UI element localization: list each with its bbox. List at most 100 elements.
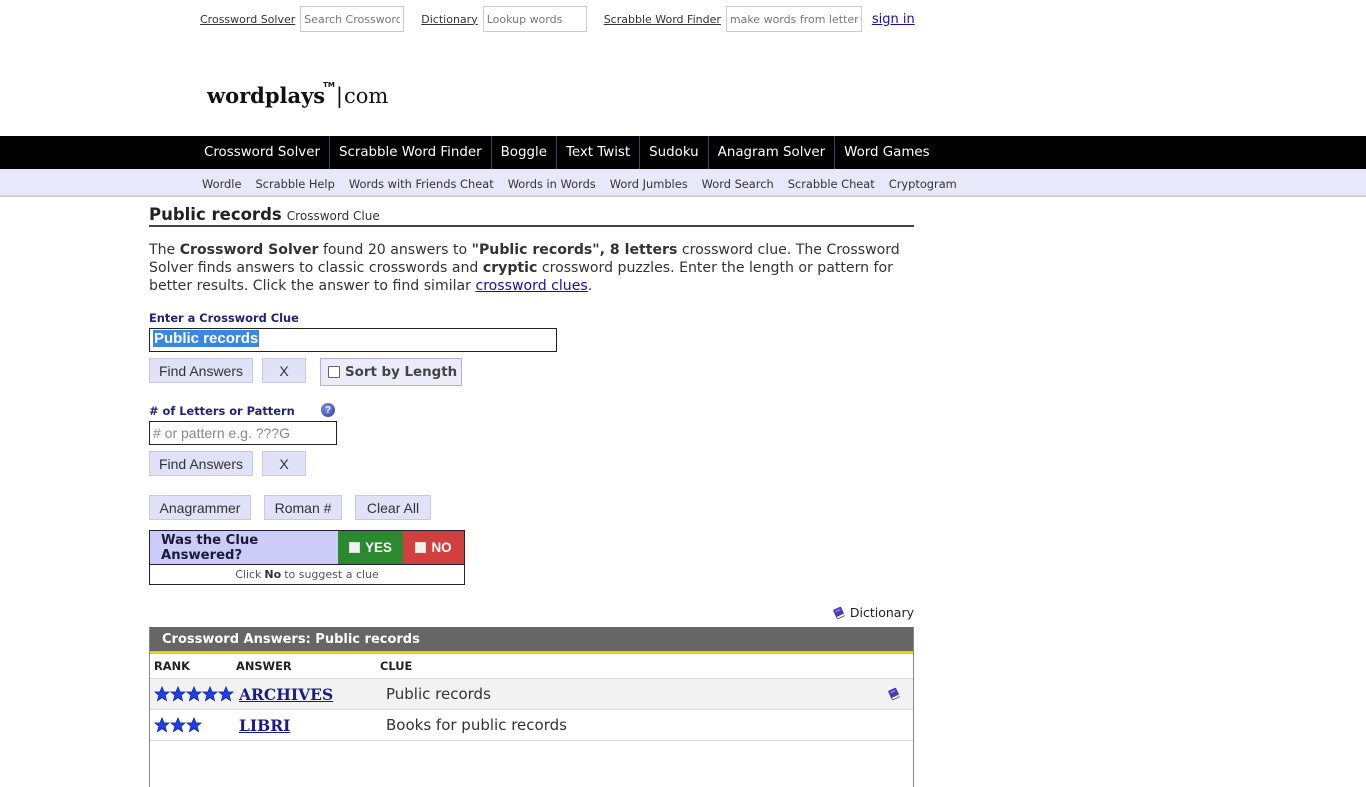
clear-all-button[interactable]: Clear All — [355, 495, 431, 520]
intro-bold: Crossword Solver — [179, 242, 319, 258]
sort-by-length-toggle[interactable]: Sort by Length — [320, 358, 462, 386]
suggest-clue-hint: Click No to suggest a clue — [149, 564, 465, 585]
subnav-link[interactable]: Scrabble Help — [255, 177, 334, 191]
star-icon — [170, 717, 186, 733]
nav-link[interactable]: Boggle — [501, 145, 547, 160]
star-icon — [186, 686, 202, 702]
page-title: Public records — [149, 205, 282, 224]
column-rank: RANK — [154, 659, 190, 673]
intro-text: . — [587, 278, 593, 294]
nav-link[interactable]: Crossword Solver — [204, 145, 320, 160]
subnav-link[interactable]: Word Search — [702, 177, 774, 191]
scrabble-letters-input[interactable] — [725, 6, 862, 32]
nav-item-text-twist[interactable]: Text Twist — [555, 136, 639, 169]
answer-link[interactable]: ARCHIVES — [239, 685, 333, 704]
clue-text: Books for public records — [386, 716, 567, 734]
subnav-item-words-in-words[interactable]: Words in Words — [501, 173, 603, 192]
no-checkbox[interactable] — [415, 542, 427, 553]
clue-answered-question: Was the Clue Answered? — [150, 531, 338, 564]
clue-label: Enter a Crossword Clue — [149, 311, 299, 325]
dictionary-lookup-input[interactable] — [482, 6, 587, 32]
sub-nav: Wordle Scrabble Help Words with Friends … — [0, 169, 1366, 197]
find-answers-pattern-button[interactable]: Find Answers — [149, 451, 253, 476]
clear-clue-button[interactable]: X — [262, 358, 306, 383]
book-icon[interactable] — [887, 687, 901, 701]
yes-label: YES — [365, 540, 392, 555]
main-nav: Crossword Solver Scrabble Word Finder Bo… — [0, 136, 1366, 169]
no-label: NO — [431, 540, 452, 555]
sign-in-link[interactable]: sign in — [872, 12, 915, 27]
intro-text: found 20 answers to — [318, 242, 472, 258]
book-icon — [833, 606, 845, 619]
roman-numeral-button[interactable]: Roman # — [264, 495, 342, 520]
crossword-clues-link[interactable]: crossword clues — [475, 278, 587, 294]
nav-link[interactable]: Anagram Solver — [718, 145, 825, 160]
scrabble-word-finder-link[interactable]: Scrabble Word Finder — [604, 13, 721, 26]
top-links-bar: Crossword Solver Dictionary Scrabble Wor… — [200, 6, 915, 32]
nav-item-word-games[interactable]: Word Games — [834, 136, 939, 169]
subnav-link[interactable]: Words in Words — [508, 177, 596, 191]
column-answer: ANSWER — [236, 659, 292, 673]
clear-pattern-button[interactable]: X — [262, 451, 306, 476]
logo-suffix: com — [343, 84, 389, 108]
nav-item-boggle[interactable]: Boggle — [490, 136, 556, 169]
subnav-link[interactable]: Words with Friends Cheat — [349, 177, 494, 191]
subnav-item-word-jumbles[interactable]: Word Jumbles — [603, 173, 695, 192]
intro-text: The — [149, 242, 180, 258]
page-title-suffix: Crossword Clue — [286, 209, 380, 223]
nav-link[interactable]: Text Twist — [566, 145, 630, 160]
subnav-item-wordle[interactable]: Wordle — [195, 173, 248, 192]
nav-item-sudoku[interactable]: Sudoku — [639, 136, 708, 169]
dictionary-link[interactable]: Dictionary — [421, 13, 477, 26]
hint-bold: No — [264, 567, 282, 581]
nav-item-anagram-solver[interactable]: Anagram Solver — [707, 136, 834, 169]
subnav-link[interactable]: Word Jumbles — [610, 177, 688, 191]
dictionary-toggle-link[interactable]: Dictionary — [832, 605, 914, 620]
intro-bold: cryptic — [482, 260, 538, 276]
nav-link[interactable]: Scrabble Word Finder — [339, 145, 482, 160]
subnav-link[interactable]: Cryptogram — [889, 177, 957, 191]
sort-by-length-checkbox[interactable] — [328, 366, 340, 378]
nav-link[interactable]: Word Games — [844, 145, 930, 160]
crossword-solver-link[interactable]: Crossword Solver — [200, 13, 295, 26]
logo-trademark: TM — [323, 81, 335, 89]
subnav-item-words-with-friends-cheat[interactable]: Words with Friends Cheat — [342, 173, 501, 192]
nav-item-crossword-solver[interactable]: Crossword Solver — [195, 136, 329, 169]
nav-item-scrabble-word-finder[interactable]: Scrabble Word Finder — [328, 136, 491, 169]
answer-link[interactable]: LIBRI — [239, 716, 290, 735]
star-icon — [202, 686, 218, 702]
nav-link[interactable]: Sudoku — [649, 145, 699, 160]
crossword-search-input[interactable] — [300, 6, 405, 32]
clue-text: Public records — [386, 685, 491, 703]
star-icon — [186, 717, 202, 733]
logo-word: wordplays — [207, 83, 326, 108]
pattern-label: # of Letters or Pattern — [149, 404, 295, 418]
subnav-item-word-search[interactable]: Word Search — [695, 173, 781, 192]
answers-table-header: Crossword Answers: Public records — [150, 627, 913, 654]
yes-checkbox[interactable] — [349, 542, 361, 553]
star-icon — [154, 686, 170, 702]
clue-answered-feedback: Was the Clue Answered? YES NO — [149, 530, 465, 565]
star-icon — [170, 686, 186, 702]
subnav-item-cryptogram[interactable]: Cryptogram — [882, 173, 964, 192]
clue-input[interactable]: Public records — [149, 328, 557, 352]
hint-text: Click — [235, 567, 262, 581]
help-icon[interactable]: ? — [321, 403, 335, 417]
no-button[interactable]: NO — [403, 531, 464, 564]
intro-paragraph: The Crossword Solver found 20 answers to… — [149, 241, 914, 295]
subnav-item-scrabble-cheat[interactable]: Scrabble Cheat — [781, 173, 882, 192]
sort-by-length-label: Sort by Length — [345, 364, 458, 380]
subnav-link[interactable]: Scrabble Cheat — [788, 177, 875, 191]
site-logo[interactable]: wordplaysTM|com — [207, 81, 389, 108]
anagrammer-button[interactable]: Anagrammer — [149, 495, 251, 520]
find-answers-button[interactable]: Find Answers — [149, 358, 253, 383]
star-icon — [218, 686, 234, 702]
pattern-input[interactable] — [149, 421, 337, 445]
subnav-item-scrabble-help[interactable]: Scrabble Help — [248, 173, 341, 192]
subnav-link[interactable]: Wordle — [202, 177, 241, 191]
rank-stars — [150, 686, 239, 702]
yes-button[interactable]: YES — [338, 531, 403, 564]
table-row: ARCHIVES Public records — [150, 679, 913, 710]
dictionary-label: Dictionary — [849, 605, 914, 620]
table-row: LIBRI Books for public records — [150, 710, 913, 741]
